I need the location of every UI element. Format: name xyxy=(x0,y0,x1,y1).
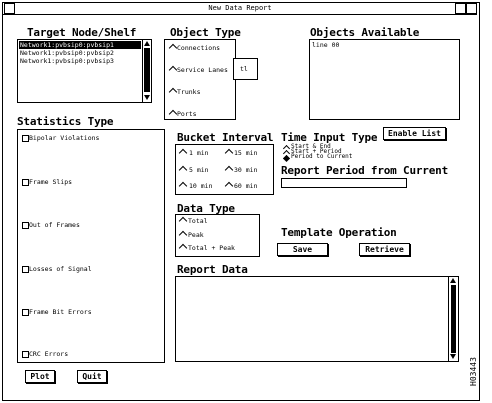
report-period-input[interactable] xyxy=(281,178,407,188)
data-type-option[interactable]: Peak xyxy=(188,231,204,239)
radio-connections[interactable] xyxy=(168,43,178,53)
bucket-option[interactable]: 10 min xyxy=(189,182,212,190)
bucket-option[interactable]: 1 min xyxy=(189,149,209,157)
statistics-option[interactable]: Out of Frames xyxy=(29,221,80,229)
statistics-option[interactable]: CRC Errors xyxy=(29,350,68,358)
checkbox-frame-bit-errors[interactable] xyxy=(22,309,29,316)
checkbox-out-of-frames[interactable] xyxy=(22,222,29,229)
radio-trunks[interactable] xyxy=(168,87,178,97)
scroll-thumb[interactable] xyxy=(451,285,456,353)
time-input-option[interactable]: Period to Current xyxy=(291,153,352,160)
statistics-heading: Statistics Type xyxy=(17,115,114,128)
scroll-thumb[interactable] xyxy=(144,48,150,92)
radio-total[interactable] xyxy=(178,216,188,226)
list-item[interactable]: Network1:pvbsip0:pvbsip2 xyxy=(20,49,114,57)
enable-list-button[interactable]: Enable List xyxy=(383,127,446,140)
radio-5-min[interactable] xyxy=(178,165,188,175)
save-button[interactable]: Save xyxy=(277,243,328,256)
statistics-option[interactable]: Frame Bit Errors xyxy=(29,308,92,316)
bucket-option[interactable]: 15 min xyxy=(234,149,257,157)
scroll-up-icon[interactable] xyxy=(450,278,456,283)
quit-button[interactable]: Quit xyxy=(77,370,107,383)
bucket-panel: 1 min 15 min 5 min 30 min 10 min 60 min xyxy=(175,144,274,195)
radio-60-min[interactable] xyxy=(224,181,234,191)
radio-15-min[interactable] xyxy=(224,148,234,158)
statistics-panel: Bipolar Violations Frame Slips Out of Fr… xyxy=(17,129,165,363)
objects-available-heading: Objects Available xyxy=(310,26,420,39)
scroll-down-icon[interactable] xyxy=(450,354,456,359)
minimize-button[interactable] xyxy=(455,3,466,14)
checkbox-bipolar-violations[interactable] xyxy=(22,135,29,142)
bucket-heading: Bucket Interval xyxy=(177,131,274,144)
checkbox-crc-errors[interactable] xyxy=(22,351,29,358)
bucket-option[interactable]: 60 min xyxy=(234,182,257,190)
bucket-option[interactable]: 30 min xyxy=(234,166,257,174)
radio-service-lanes[interactable] xyxy=(168,65,178,75)
data-type-option[interactable]: Total xyxy=(188,217,208,225)
object-type-option[interactable]: Connections xyxy=(177,44,220,52)
list-item[interactable]: Network1:pvbsip0:pvbsip3 xyxy=(20,57,114,65)
target-list[interactable]: Network1:pvbsip0:pvbsip1 Network1:pvbsip… xyxy=(17,39,152,103)
report-data-area[interactable] xyxy=(175,276,459,362)
object-type-panel: Connections Service Lanes Trunks Ports xyxy=(164,39,236,120)
maximize-button[interactable] xyxy=(466,3,477,14)
radio-10-min[interactable] xyxy=(178,181,188,191)
target-scrollbar[interactable] xyxy=(142,40,151,102)
radio-peak[interactable] xyxy=(178,230,188,240)
radio-1-min[interactable] xyxy=(178,148,188,158)
statistics-option[interactable]: Bipolar Violations xyxy=(29,134,99,142)
objects-available-list[interactable]: line 00 xyxy=(309,39,460,120)
data-type-panel: Total Peak Total + Peak xyxy=(175,214,260,257)
statistics-option[interactable]: Frame Slips xyxy=(29,178,72,186)
object-type-option[interactable]: Service Lanes xyxy=(177,66,228,74)
radio-ports[interactable] xyxy=(168,109,178,119)
window-title: New Data Report xyxy=(208,4,272,12)
template-heading: Template Operation xyxy=(281,226,397,239)
bucket-option[interactable]: 5 min xyxy=(189,166,209,174)
report-data-scrollbar[interactable] xyxy=(448,277,458,361)
retrieve-button[interactable]: Retrieve xyxy=(359,243,410,256)
scroll-up-icon[interactable] xyxy=(144,41,150,46)
checkbox-losses-of-signal[interactable] xyxy=(22,266,29,273)
list-item[interactable]: Network1:pvbsip0:pvbsip1 xyxy=(19,41,141,49)
report-data-heading: Report Data xyxy=(177,263,248,276)
window-menu-button[interactable] xyxy=(4,3,15,14)
report-period-label: Report Period from Current xyxy=(281,164,448,177)
object-type-popup[interactable]: tl xyxy=(233,58,258,80)
object-type-option[interactable]: Ports xyxy=(177,110,197,118)
target-heading: Target Node/Shelf xyxy=(27,26,137,39)
object-type-option[interactable]: Trunks xyxy=(177,88,200,96)
figure-code: H03443 xyxy=(469,357,478,386)
data-type-option[interactable]: Total + Peak xyxy=(188,244,235,252)
list-item[interactable]: line 00 xyxy=(312,41,339,49)
scroll-down-icon[interactable] xyxy=(144,95,150,100)
plot-button[interactable]: Plot xyxy=(25,370,55,383)
popup-text: tl xyxy=(240,65,248,73)
object-type-heading: Object Type xyxy=(170,26,241,39)
radio-30-min[interactable] xyxy=(224,165,234,175)
checkbox-frame-slips[interactable] xyxy=(22,179,29,186)
radio-total-peak[interactable] xyxy=(178,243,188,253)
statistics-option[interactable]: Losses of Signal xyxy=(29,265,92,273)
